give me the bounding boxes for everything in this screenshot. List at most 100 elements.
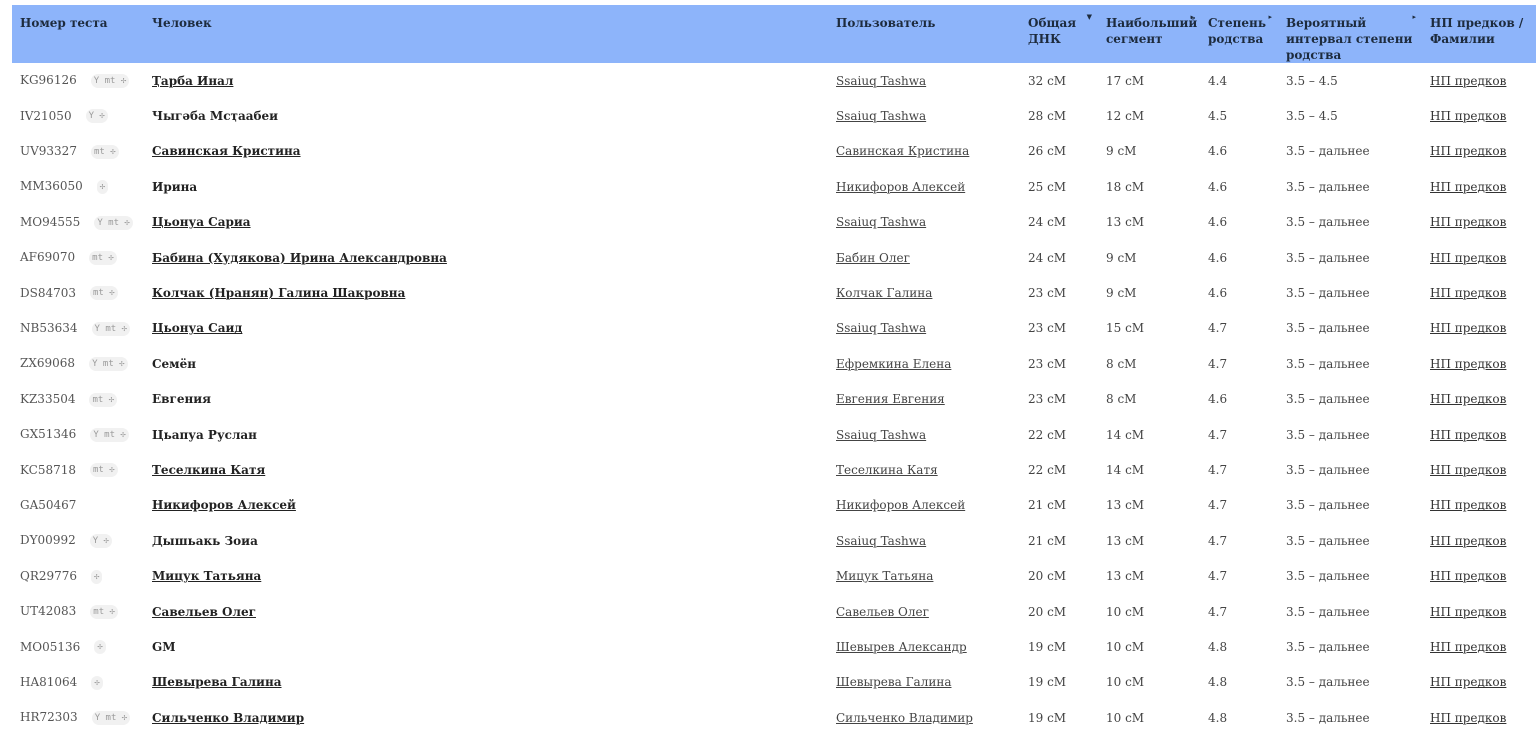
user-link[interactable]: Ssaiuq Tashwa <box>836 321 926 335</box>
ancestors-link[interactable]: НП предков <box>1430 711 1506 725</box>
person-name[interactable]: Цьонуа Сариа <box>152 215 251 229</box>
dna-badge[interactable]: Y ✢ <box>85 109 108 124</box>
person-name[interactable]: Никифоров Алексей <box>152 498 296 512</box>
table-row[interactable]: DY00992 Y ✢ Дышьакь Зоиа Ssaiuq Tashwa 21 cM… <box>12 523 1536 558</box>
table-row[interactable]: UT42083 mt ✢ Савельев Олег Савельев Олег 20 … <box>12 594 1536 629</box>
ancestors-link[interactable]: НП предков <box>1430 428 1506 442</box>
user-link[interactable]: Ssaiuq Tashwa <box>836 534 926 548</box>
col-header-interval[interactable]: Вероятный интервал степени родства ▸ <box>1278 5 1422 63</box>
dna-badge[interactable]: Y mt ✢ <box>89 357 128 372</box>
dna-badge[interactable]: ✢ <box>94 640 106 655</box>
user-link[interactable]: Никифоров Алексей <box>836 180 965 194</box>
ancestors-link[interactable]: НП предков <box>1430 392 1506 406</box>
sort-arrow-icon[interactable]: ▸ <box>1268 9 1272 25</box>
user-link[interactable]: Ssaiuq Tashwa <box>836 74 926 88</box>
user-link[interactable]: Колчак Галина <box>836 286 932 300</box>
table-row[interactable]: GX51346 Y mt ✢ Цьапуа Руслан Ssaiuq Tashwa 2… <box>12 417 1536 452</box>
table-row[interactable]: IV21050 Y ✢ Чыгәба Мсҭаабеи Ssaiuq Tashwa 28… <box>12 98 1536 133</box>
table-row[interactable]: NB53634 Y mt ✢ Цьонуа Саид Ssaiuq Tashwa 23 … <box>12 311 1536 346</box>
table-row[interactable]: MO94555 Y mt ✢ Цьонуа Сариа Ssaiuq Tashwa 24… <box>12 205 1536 240</box>
ancestors-link[interactable]: НП предков <box>1430 286 1506 300</box>
person-name[interactable]: Савельев Олег <box>152 605 256 619</box>
ancestors-link[interactable]: НП предков <box>1430 180 1506 194</box>
table-row[interactable]: QR29776 ✢ Мицук Татьяна Мицук Татьяна 20 cM 1… <box>12 558 1536 593</box>
dna-badge[interactable]: ✢ <box>91 569 103 584</box>
table-row[interactable]: UV93327 mt ✢ Савинская Кристина Савинская К… <box>12 134 1536 169</box>
user-link[interactable]: Шевырев Александр <box>836 640 967 654</box>
col-header-longest-segment[interactable]: Наибольший сегмент ▸ <box>1098 5 1200 63</box>
dna-badge[interactable]: Y mt ✢ <box>91 321 131 336</box>
table-row[interactable]: KG96126 Y mt ✢ Ҭарба Инал Ssaiuq Tashwa 32 c… <box>12 63 1536 98</box>
table-row[interactable]: DS84703 mt ✢ Колчак (Нранян) Галина Шакров… <box>12 275 1536 310</box>
person-name[interactable]: Шевырева Галина <box>152 675 282 689</box>
table-row[interactable]: MO05136 ✢ GM Шевырев Александр 19 cM 10 cM 4.8… <box>12 629 1536 664</box>
ancestors-link[interactable]: НП предков <box>1430 463 1506 477</box>
user-link[interactable]: Никифоров Алексей <box>836 498 965 512</box>
dna-badge[interactable]: mt ✢ <box>90 144 119 159</box>
ancestors-link[interactable]: НП предков <box>1430 534 1506 548</box>
dna-badge[interactable]: ✢ <box>96 180 109 195</box>
user-link[interactable]: Сильченко Владимир <box>836 711 973 725</box>
ancestors-link[interactable]: НП предков <box>1430 144 1506 158</box>
dna-badge[interactable]: mt ✢ <box>90 604 118 619</box>
ancestors-link[interactable]: НП предков <box>1430 357 1506 371</box>
user-link[interactable]: Савельев Олег <box>836 605 929 619</box>
person-name[interactable]: Савинская Кристина <box>152 144 301 158</box>
person-name[interactable]: Колчак (Нранян) Галина Шакровна <box>152 286 405 300</box>
person-name[interactable]: Теселкина Катя <box>152 463 265 477</box>
dna-badge[interactable]: mt ✢ <box>89 392 118 407</box>
dna-badge[interactable]: Y ✢ <box>89 534 112 549</box>
table-row[interactable]: KC58718 mt ✢ Теселкина Катя Теселкина Катя 2… <box>12 452 1536 487</box>
dna-badge[interactable]: mt ✢ <box>90 463 118 478</box>
col-header-degree[interactable]: Степень родства ▸ <box>1200 5 1278 63</box>
table-row[interactable]: ZX69068 Y mt ✢ Семён Ефремкина Елена 23 cM 8 … <box>12 346 1536 381</box>
table-row[interactable]: HA81064 ✢ Шевырева Галина Шевырева Галина 19… <box>12 665 1536 700</box>
user-link[interactable]: Ssaiuq Tashwa <box>836 215 926 229</box>
dna-badge[interactable]: Y mt ✢ <box>90 74 130 89</box>
ancestors-link[interactable]: НП предков <box>1430 215 1506 229</box>
col-header-ancestors[interactable]: НП предков / Фамилии <box>1422 5 1536 63</box>
ancestors-link[interactable]: НП предков <box>1430 74 1506 88</box>
person-name[interactable]: Бабина (Худякова) Ирина Александровна <box>152 251 447 265</box>
ancestors-link[interactable]: НП предков <box>1430 640 1506 654</box>
ancestors-link[interactable]: НП предков <box>1430 605 1506 619</box>
dna-badge[interactable]: mt ✢ <box>90 286 118 301</box>
table-row[interactable]: MM36050 ✢ Ирина Никифоров Алексей 25 cM 18 cM… <box>12 169 1536 204</box>
person-name[interactable]: Сильченко Владимир <box>152 711 304 725</box>
user-link[interactable]: Савинская Кристина <box>836 144 969 158</box>
dna-badge[interactable]: mt ✢ <box>89 251 117 266</box>
person-name[interactable]: Ҭарба Инал <box>152 74 233 88</box>
ancestors-link[interactable]: НП предков <box>1430 109 1506 123</box>
person-name[interactable]: Мицук Татьяна <box>152 569 261 583</box>
user-link[interactable]: Теселкина Катя <box>836 463 938 477</box>
user-link[interactable]: Бабин Олег <box>836 251 910 265</box>
col-header-test[interactable]: Номер теста <box>12 5 144 63</box>
person-name[interactable]: Цьонуа Саид <box>152 321 242 335</box>
sort-arrow-icon[interactable]: ▸ <box>1190 9 1194 25</box>
col-header-person[interactable]: Человек <box>144 5 828 63</box>
ancestors-link[interactable]: НП предков <box>1430 675 1506 689</box>
user-link[interactable]: Ssaiuq Tashwa <box>836 109 926 123</box>
ancestors-link[interactable]: НП предков <box>1430 321 1506 335</box>
ancestors-link[interactable]: НП предков <box>1430 498 1506 512</box>
ancestors-cell: НП предков <box>1422 523 1536 558</box>
user-link[interactable]: Ефремкина Елена <box>836 357 951 371</box>
col-header-total-dna[interactable]: Общая ДНК ▼ <box>1020 5 1098 63</box>
dna-badge[interactable]: Y mt ✢ <box>91 711 131 726</box>
table-row[interactable]: AF69070 mt ✢ Бабина (Худякова) Ирина Алекс… <box>12 240 1536 275</box>
ancestors-link[interactable]: НП предков <box>1430 569 1506 583</box>
user-link[interactable]: Ssaiuq Tashwa <box>836 428 926 442</box>
user-link[interactable]: Евгения Евгения <box>836 392 945 406</box>
table-row[interactable]: KZ33504 mt ✢ Евгения Евгения Евгения 23 cM 8 … <box>12 382 1536 417</box>
dna-badge[interactable]: Y mt ✢ <box>90 427 129 442</box>
sort-arrow-icon[interactable]: ▼ <box>1087 9 1092 25</box>
user-link[interactable]: Шевырева Галина <box>836 675 951 689</box>
sort-arrow-icon[interactable]: ▸ <box>1412 9 1416 25</box>
table-row[interactable]: HR72303 Y mt ✢ Сильченко Владимир Сильченко… <box>12 700 1536 735</box>
col-header-user[interactable]: Пользователь <box>828 5 1020 63</box>
table-row[interactable]: GA50467 Никифоров Алексей Никифоров Алексе… <box>12 488 1536 523</box>
dna-badge[interactable]: Y mt ✢ <box>94 215 133 230</box>
ancestors-link[interactable]: НП предков <box>1430 251 1506 265</box>
user-link[interactable]: Мицук Татьяна <box>836 569 933 583</box>
dna-badge[interactable]: ✢ <box>91 675 103 690</box>
